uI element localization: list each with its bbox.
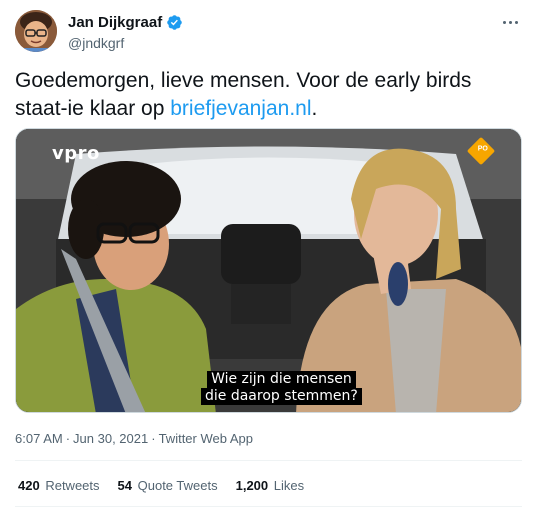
more-dot-icon xyxy=(502,20,506,24)
quote-tweets-label: Quote Tweets xyxy=(137,478,218,493)
vpro-logo: vpro xyxy=(52,143,100,164)
retweets-label: Retweets xyxy=(45,478,100,493)
quote-tweets-stat[interactable]: 54 Quote Tweets xyxy=(118,478,218,493)
likes-label: Likes xyxy=(273,478,305,493)
retweets-stat[interactable]: 420 Retweets xyxy=(18,478,100,493)
likes-count: 1,200 xyxy=(235,478,269,493)
tweet-source[interactable]: Twitter Web App xyxy=(159,431,253,446)
tweet-video[interactable]: vpro PO Wie zijn die mensen die daarop s… xyxy=(15,128,522,413)
tweet-text-part2: . xyxy=(311,97,318,120)
tweet-link[interactable]: briefjevanjan.nl xyxy=(170,97,311,120)
subtitle-line-1: Wie zijn die mensen xyxy=(207,371,356,388)
tweet-text: Goedemorgen, lieve mensen. Voor de early… xyxy=(15,67,525,123)
author-name-row[interactable]: Jan Dijkgraaf xyxy=(68,14,183,31)
verified-badge-icon xyxy=(167,15,182,30)
author-handle[interactable]: @jndkgrf xyxy=(68,35,124,51)
tweet-stats: 420 Retweets 54 Quote Tweets 1,200 Likes xyxy=(18,478,304,493)
tweet-time[interactable]: 6:07 AM xyxy=(15,431,63,446)
avatar[interactable] xyxy=(15,10,57,52)
divider xyxy=(15,506,522,507)
meta-separator: · xyxy=(65,431,71,446)
more-options-button[interactable] xyxy=(500,12,520,32)
more-dot-icon xyxy=(514,20,518,24)
retweets-count: 420 xyxy=(18,478,40,493)
likes-stat[interactable]: 1,200 Likes xyxy=(236,478,305,493)
video-subtitle: Wie zijn die mensen die daarop stemmen? xyxy=(201,371,362,405)
tweet-meta: 6:07 AM · Jun 30, 2021 · Twitter Web App xyxy=(15,431,253,446)
subtitle-line-2: die daarop stemmen? xyxy=(201,388,362,405)
divider xyxy=(15,460,522,461)
po-logo-text: PO xyxy=(477,145,488,153)
tweet-date[interactable]: Jun 30, 2021 xyxy=(73,431,148,446)
author-display-name[interactable]: Jan Dijkgraaf xyxy=(68,14,162,31)
more-dot-icon xyxy=(508,20,512,24)
meta-separator: · xyxy=(151,431,156,446)
memoji-avatar-icon xyxy=(15,10,57,52)
quote-tweets-count: 54 xyxy=(117,478,132,493)
tweet-card: Jan Dijkgraaf @jndkgrf Goedemorgen, liev… xyxy=(0,0,537,510)
